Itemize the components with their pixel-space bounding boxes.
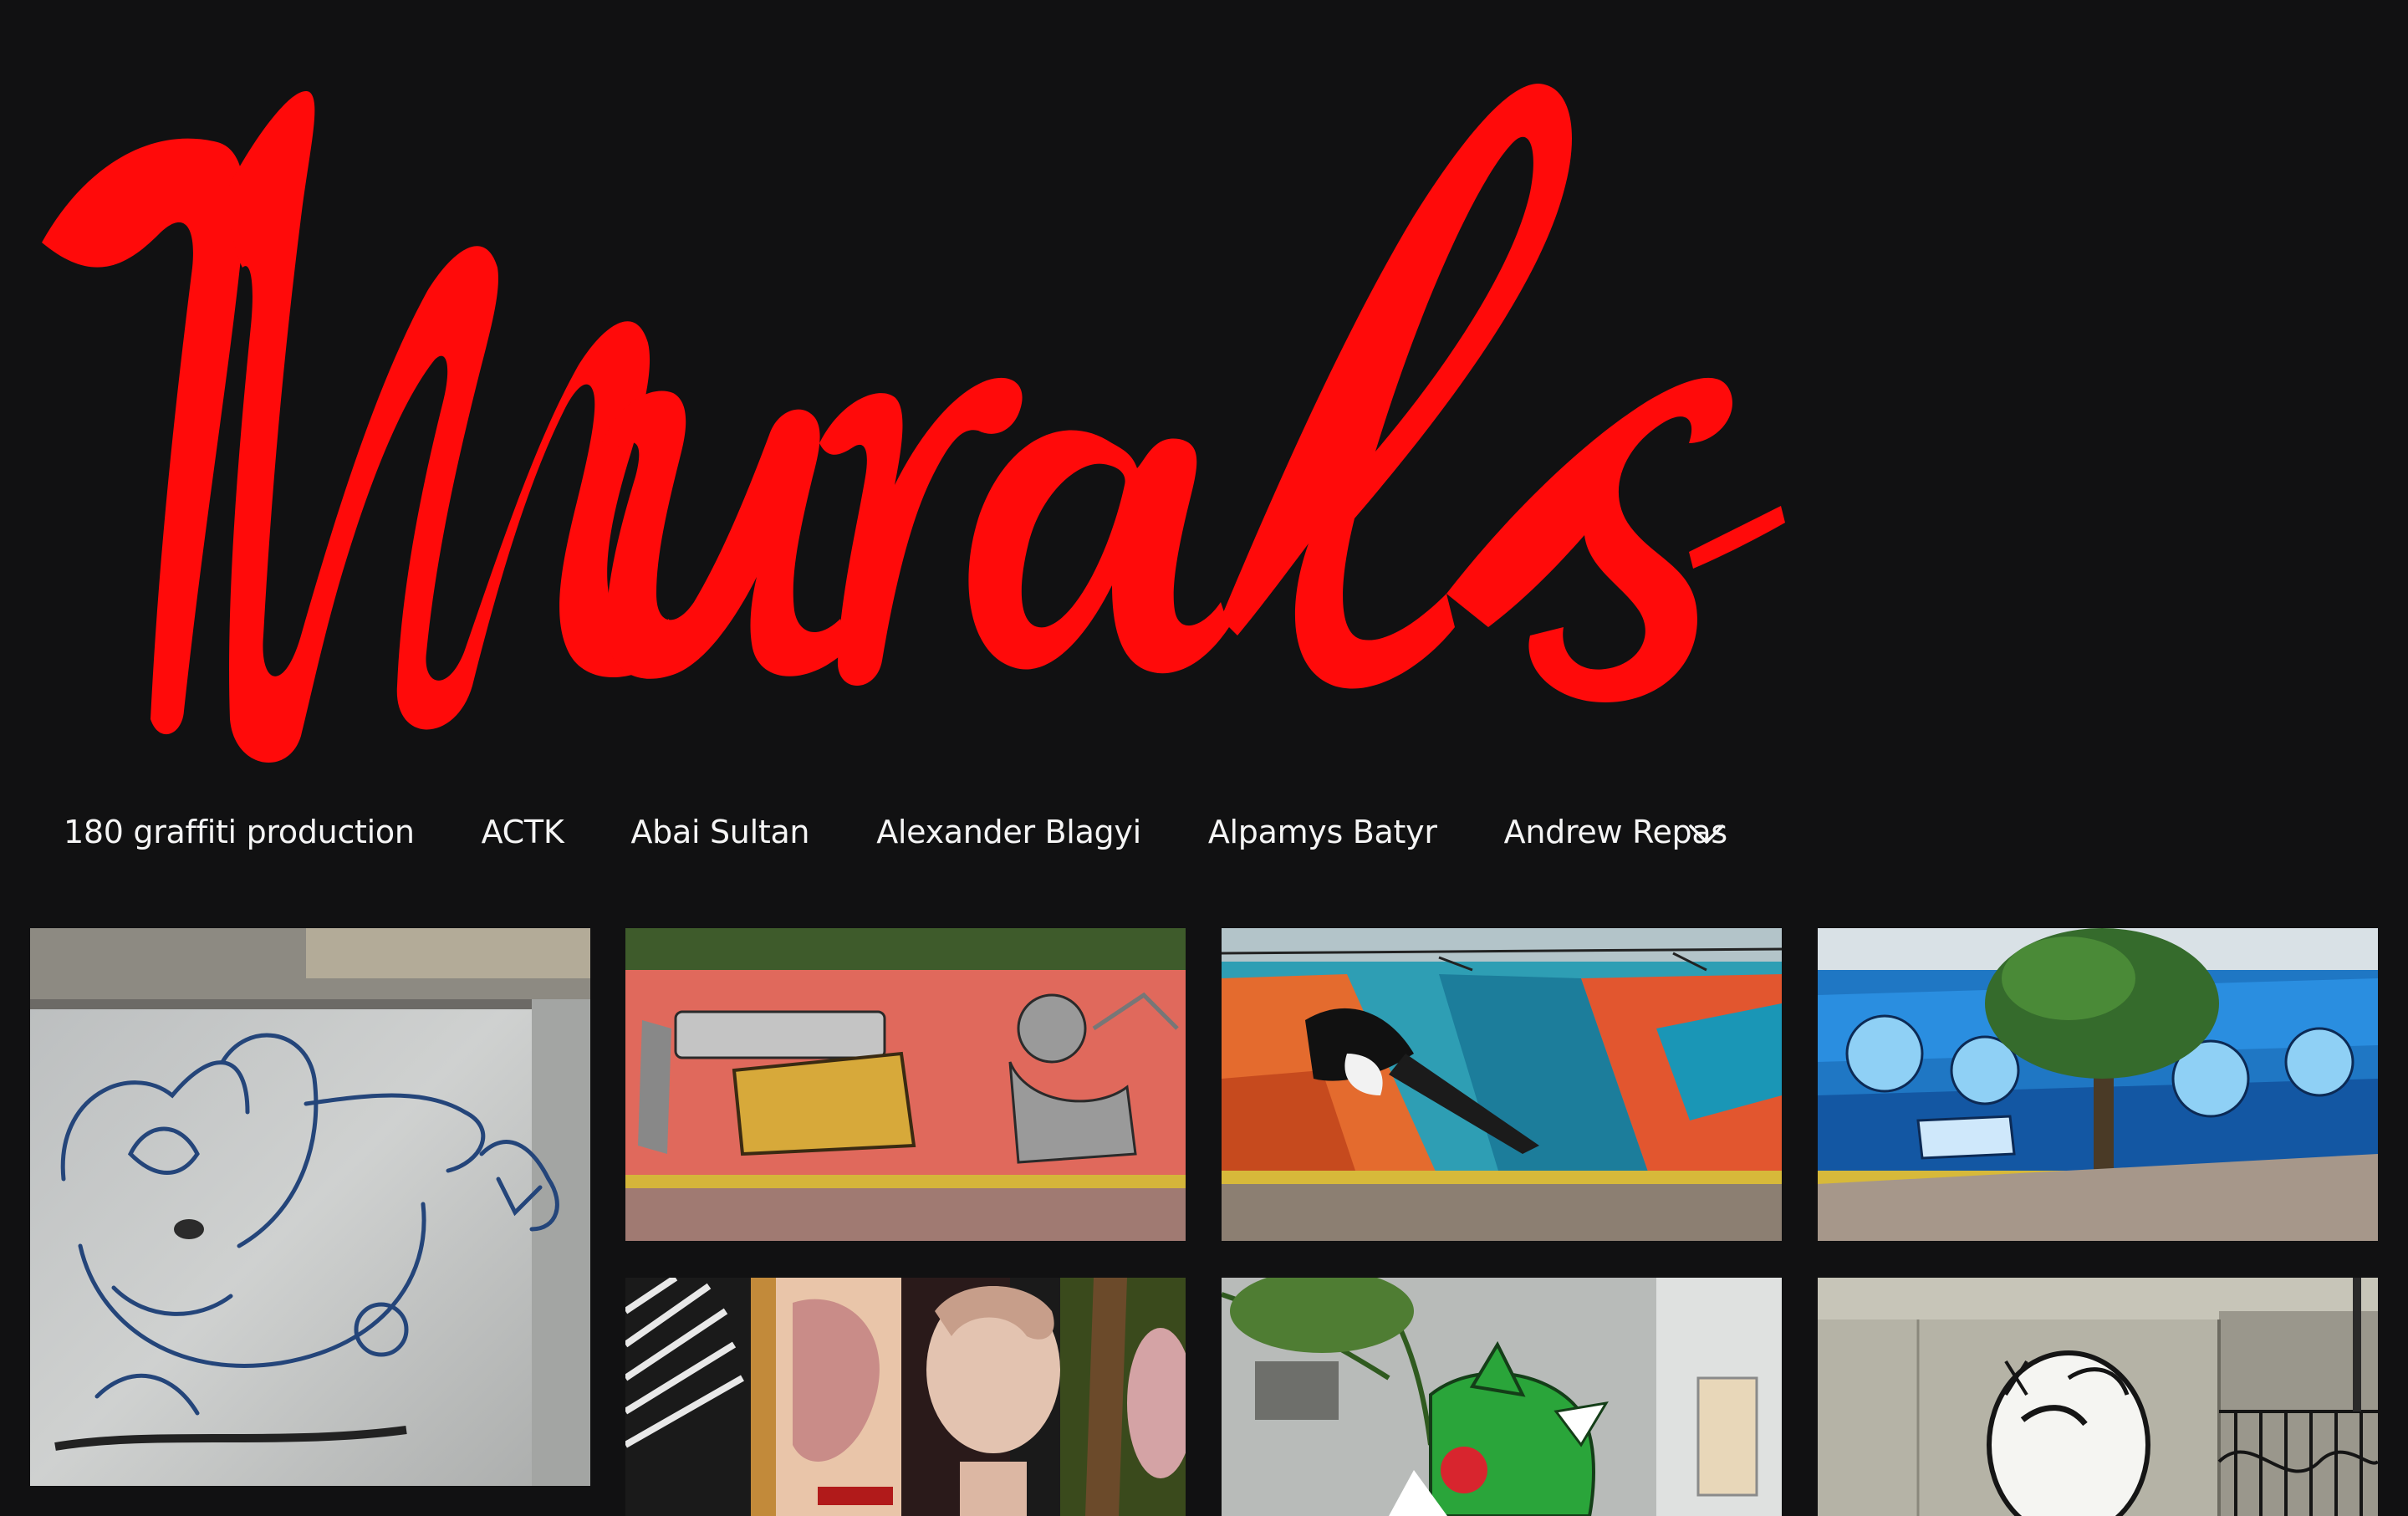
mural-thumbnail[interactable]	[625, 928, 1186, 1241]
mural-thumbnail[interactable]	[30, 928, 590, 1486]
mural-thumbnail[interactable]	[1222, 928, 1782, 1241]
mural-image	[30, 928, 590, 1486]
mural-image	[1818, 1278, 2378, 1516]
mural-gallery	[0, 0, 2408, 1516]
mural-image	[625, 928, 1186, 1241]
mural-image	[1818, 928, 2378, 1241]
page: 180 graffiti production ACTK Abai Sultan…	[0, 0, 2408, 1516]
mural-thumbnail[interactable]	[1818, 928, 2378, 1241]
mural-image	[1222, 1278, 1782, 1516]
mural-image	[625, 1278, 1186, 1516]
mural-thumbnail[interactable]	[1222, 1278, 1782, 1516]
mural-image	[1222, 928, 1782, 1241]
mural-thumbnail[interactable]	[625, 1278, 1186, 1516]
mural-thumbnail[interactable]	[1818, 1278, 2378, 1516]
